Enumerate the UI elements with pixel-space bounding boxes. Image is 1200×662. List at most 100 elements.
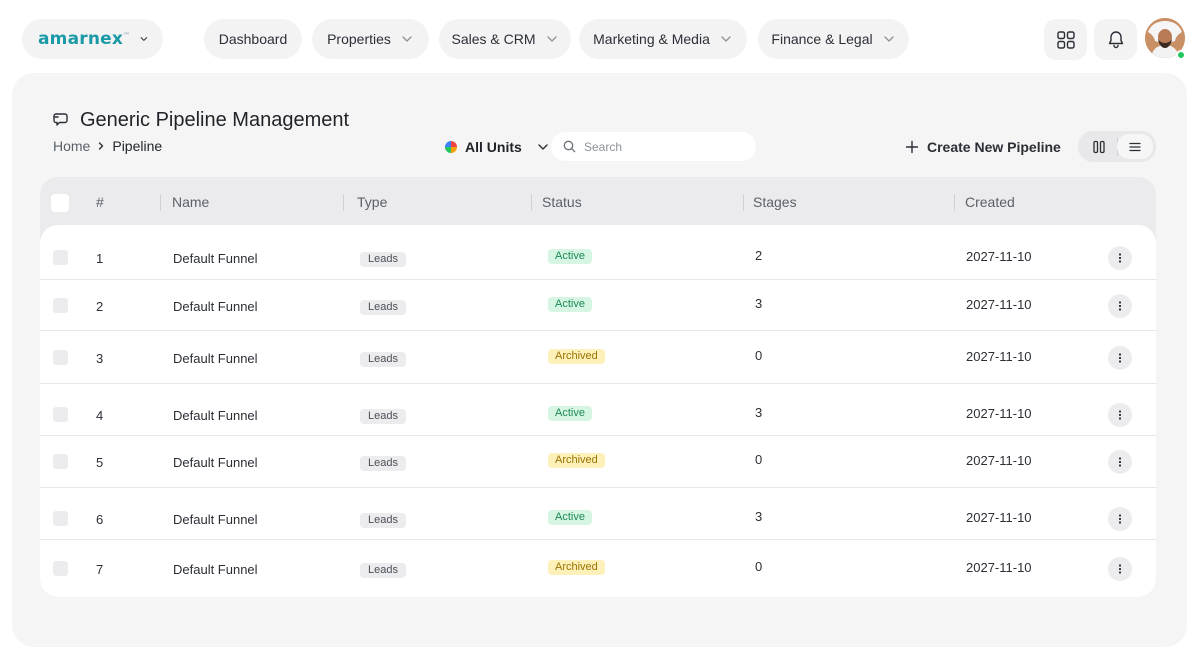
select-all-checkbox[interactable] [51,194,69,212]
status-badge: Archived [548,559,605,575]
apps-button[interactable] [1044,19,1087,60]
column-header-stages[interactable]: Stages [753,177,797,227]
nav-item-label: Sales & CRM [451,31,536,47]
columns-icon [1093,140,1105,153]
pipeline-name[interactable]: Default Funnel [173,454,258,470]
column-header-created[interactable]: Created [965,177,1015,227]
breadcrumb-home[interactable]: Home [53,138,90,154]
created-date: 2027-11-10 [966,559,1032,575]
nav-item-finance-legal[interactable]: Finance & Legal [758,19,909,59]
pipeline-name[interactable]: Default Funnel [173,250,258,266]
nav-item-label: Finance & Legal [771,31,873,47]
column-divider [531,194,532,211]
table-row[interactable]: 4 Default Funnel Leads Active 3 2027-11-10 [40,384,1156,436]
created-date: 2027-11-10 [966,348,1032,364]
table-header: # Name Type Status Stages Created [40,177,1156,227]
column-header-number[interactable]: # [96,177,104,227]
row-actions-button[interactable] [1108,346,1132,370]
row-actions-button[interactable] [1108,450,1132,474]
row-actions-button[interactable] [1108,246,1132,270]
row-checkbox[interactable] [53,561,68,576]
row-checkbox[interactable] [53,511,68,526]
row-number: 6 [96,511,104,527]
column-header-name[interactable]: Name [172,177,209,227]
pipeline-name[interactable]: Default Funnel [173,350,258,366]
chevron-down-icon [538,144,548,150]
more-vertical-icon [1118,564,1122,574]
table-row[interactable]: 2 Default Funnel Leads Active 3 2027-11-10 [40,280,1156,331]
table-row[interactable]: 6 Default Funnel Leads Active 3 2027-11-10 [40,488,1156,540]
chevron-down-icon [546,36,557,42]
row-checkbox[interactable] [53,407,68,422]
brand-switcher[interactable]: amarnex™ [22,19,163,59]
row-number: 1 [96,250,104,266]
pipeline-name[interactable]: Default Funnel [173,511,258,527]
breadcrumb-current: Pipeline [112,138,163,154]
chevron-down-icon [140,37,148,41]
status-badge: Active [548,296,592,312]
created-date: 2027-11-10 [966,296,1032,312]
row-checkbox[interactable] [53,454,68,469]
columns-view-button[interactable] [1081,134,1117,159]
type-tag: Leads [360,455,406,471]
more-vertical-icon [1118,410,1122,420]
pipeline-name[interactable]: Default Funnel [173,561,258,577]
list-icon [1129,142,1141,151]
status-badge: Active [548,405,592,421]
type-tag: Leads [360,351,406,367]
row-actions-button[interactable] [1108,507,1132,531]
more-vertical-icon [1118,253,1122,263]
row-actions-button[interactable] [1108,294,1132,318]
row-actions-button[interactable] [1108,403,1132,427]
column-divider [160,194,161,211]
nav-item-label: Dashboard [218,31,288,47]
more-vertical-icon [1118,514,1122,524]
table-row[interactable]: 5 Default Funnel Leads Archived 0 2027-11-10 [40,436,1156,488]
bell-icon [1108,31,1123,49]
table-row[interactable]: 3 Default Funnel Leads Archived 0 2027-11-10 [40,331,1156,384]
page-title: Generic Pipeline Management [52,108,349,132]
pipeline-name[interactable]: Default Funnel [173,407,258,423]
units-filter-dropdown[interactable]: All Units [445,136,550,158]
search-box [551,132,756,161]
breadcrumb: Home Pipeline [53,138,162,154]
more-vertical-icon [1118,353,1122,363]
list-view-button[interactable] [1117,134,1153,159]
nav-item-dashboard[interactable]: Dashboard [204,19,302,59]
notifications-button[interactable] [1094,19,1137,60]
online-status-indicator [1176,50,1186,60]
stages-count: 3 [755,508,763,524]
create-pipeline-button[interactable]: Create New Pipeline [905,136,1061,158]
created-date: 2027-11-10 [966,405,1032,421]
stages-count: 0 [755,558,763,574]
pipeline-name[interactable]: Default Funnel [173,298,258,314]
nav-item-marketing-media[interactable]: Marketing & Media [579,19,747,59]
row-checkbox[interactable] [53,298,68,313]
plus-icon [905,140,919,154]
type-tag: Leads [360,299,406,315]
created-date: 2027-11-10 [966,248,1032,264]
row-actions-button[interactable] [1108,557,1132,581]
created-date: 2027-11-10 [966,452,1032,468]
stages-count: 2 [755,247,763,263]
nav-item-label: Marketing & Media [593,31,710,47]
row-checkbox[interactable] [53,250,68,265]
search-input[interactable] [584,139,744,154]
type-tag: Leads [360,512,406,528]
units-filter-label: All Units [465,139,522,155]
table-row[interactable]: 7 Default Funnel Leads Archived 0 2027-11-10 [40,540,1156,597]
status-badge: Archived [548,348,605,364]
column-header-type[interactable]: Type [357,177,387,227]
stages-count: 0 [755,347,763,363]
nav-item-properties[interactable]: Properties [312,19,429,59]
created-date: 2027-11-10 [966,509,1032,525]
create-pipeline-label: Create New Pipeline [927,139,1061,155]
chevron-down-icon [721,36,731,42]
pipeline-icon [53,113,68,126]
table-row[interactable]: 1 Default Funnel Leads Active 2 2027-11-10 [40,225,1156,280]
type-tag: Leads [360,251,406,267]
row-checkbox[interactable] [53,350,68,365]
pipelines-table: # Name Type Status Stages Created 1 Defau… [40,177,1156,597]
nav-item-sales-crm[interactable]: Sales & CRM [439,19,571,59]
column-header-status[interactable]: Status [542,177,582,227]
